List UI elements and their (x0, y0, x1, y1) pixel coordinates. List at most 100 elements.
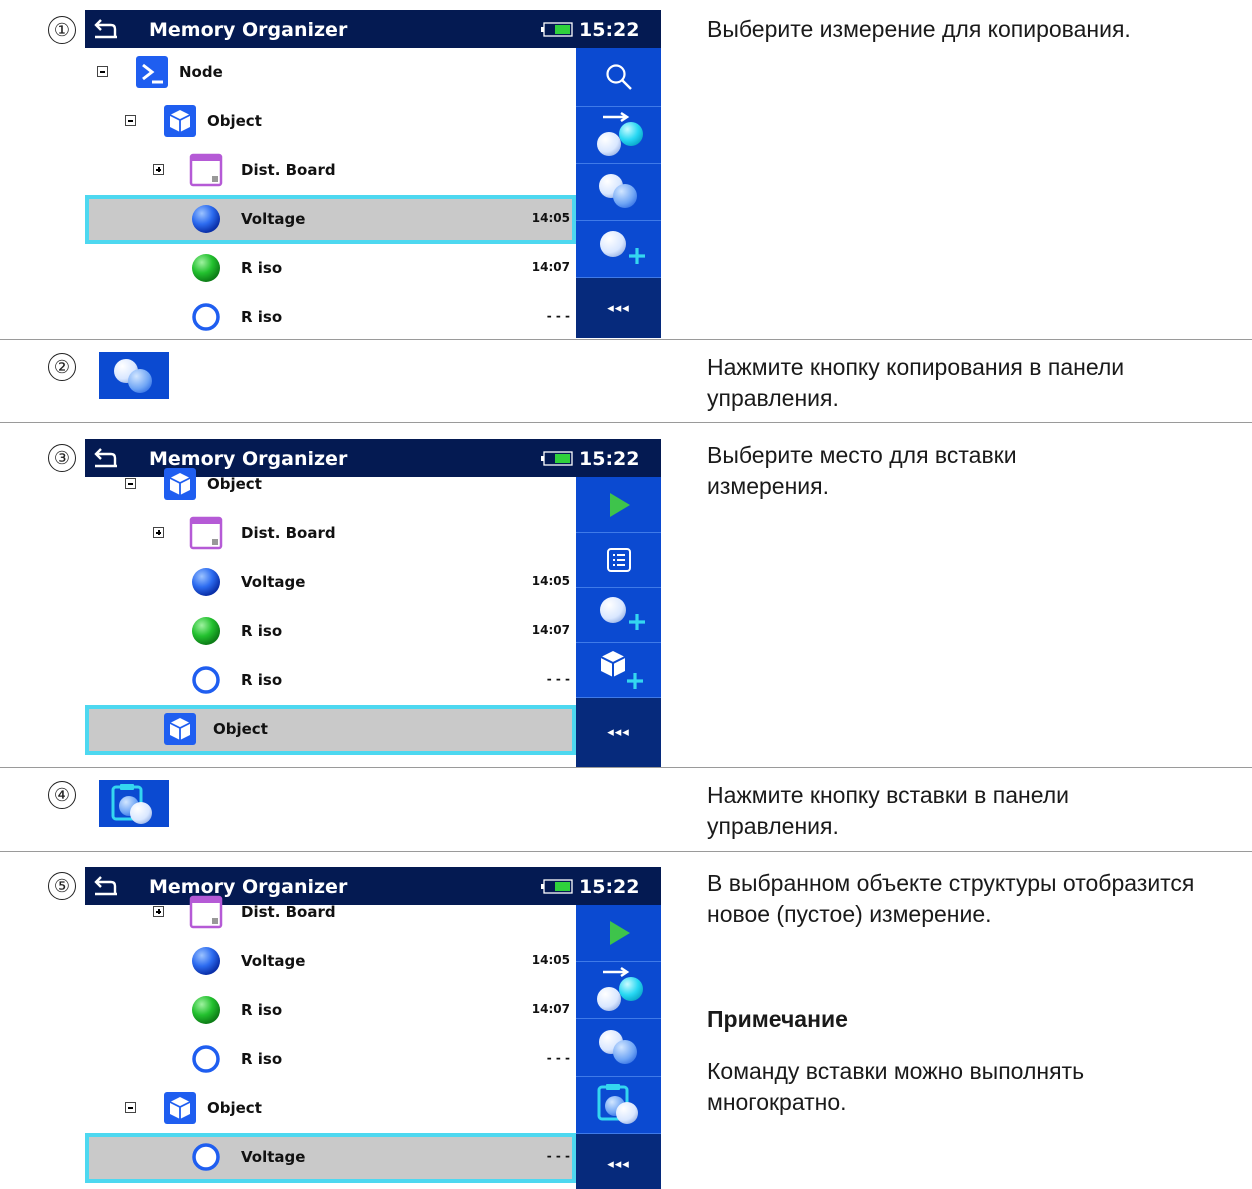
collapse-toggle[interactable] (97, 66, 108, 77)
paste-measurement-icon (597, 1084, 638, 1124)
more-options-button[interactable]: ◂◂◂ (576, 697, 661, 767)
tree-row-voltage[interactable]: Voltage 14:05 (85, 558, 576, 607)
measurement-pass-icon (189, 614, 223, 648)
tree-row-riso[interactable]: R iso 14:07 (85, 607, 576, 656)
battery-icon (541, 22, 573, 37)
collapse-toggle[interactable] (125, 115, 136, 126)
add-measurement-button[interactable] (576, 587, 661, 642)
tree-row-time: 14:05 (531, 574, 570, 588)
step-number-5: ⑤ (48, 872, 76, 900)
tree-row-time: - - - (546, 672, 570, 686)
tree-row-label: Voltage (241, 952, 306, 970)
object-cube-icon (163, 1091, 197, 1125)
tree-view: Dist. Board Voltage 14:05 R iso 14:07 R … (85, 895, 576, 1189)
tree-view: Object Dist. Board Voltage 14:05 R iso 1… (85, 468, 576, 767)
tree-row-object[interactable]: Object (85, 460, 576, 509)
note-title: Примечание (707, 1006, 848, 1032)
more-options-button[interactable]: ◂◂◂ (576, 1133, 661, 1189)
move-measurement-icon (596, 111, 643, 156)
step-number-4: ④ (48, 781, 76, 809)
collapse-toggle[interactable] (125, 478, 136, 489)
step-number-3: ③ (48, 444, 76, 472)
copy-measurement-icon (598, 174, 637, 208)
tree-row-node[interactable]: Node (85, 48, 576, 97)
device-screen-step-5: Memory Organizer 15:22 Dist. Board Volta… (85, 867, 661, 1189)
back-arrow-icon[interactable] (93, 16, 119, 40)
step-2-description: Нажмите кнопку копирования в панели упра… (707, 354, 1125, 411)
add-measurement-button[interactable] (576, 220, 661, 277)
tree-row-label: R iso (241, 1050, 283, 1068)
move-button[interactable] (576, 961, 661, 1018)
add-measurement-icon (599, 231, 645, 264)
tree-row-time: - - - (546, 1051, 570, 1065)
measurement-pass-icon (189, 251, 223, 285)
tree-row-object[interactable]: Object (85, 1084, 576, 1133)
note-text: Команду вставки можно выполнять многокра… (707, 1058, 1085, 1115)
start-test-button[interactable] (576, 477, 661, 532)
start-test-button[interactable] (576, 905, 661, 961)
tree-row-label: Dist. Board (241, 903, 336, 921)
tree-row-time: - - - (546, 1149, 570, 1163)
tree-row-label: Voltage (241, 1148, 306, 1166)
distribution-board-icon (189, 153, 223, 187)
tree-row-voltage-new-selected[interactable]: Voltage - - - (85, 1133, 576, 1183)
paste-button-illustration (99, 780, 169, 827)
tree-row-label: Object (207, 475, 262, 493)
clock: 15:22 (579, 876, 640, 898)
tree-row-label: Node (179, 63, 223, 81)
expand-toggle[interactable] (153, 164, 164, 175)
tree-row-riso[interactable]: R iso 14:07 (85, 244, 576, 293)
tree-row-time: 14:05 (531, 211, 570, 225)
screen-title: Memory Organizer (149, 19, 348, 41)
add-measurement-icon (599, 597, 645, 630)
device-screen-step-1: Memory Organizer 15:22 Node Object Dist.… (85, 10, 661, 338)
tree-row-voltage-selected[interactable]: Voltage 14:05 (85, 195, 576, 244)
more-options-button[interactable]: ◂◂◂ (576, 277, 661, 338)
tree-row-riso-empty[interactable]: R iso - - - (85, 293, 576, 338)
tree-row-object-selected[interactable]: Object (85, 705, 576, 755)
move-measurement-icon (596, 966, 643, 1011)
tree-row-label: R iso (241, 308, 283, 326)
title-bar: Memory Organizer 15:22 (85, 10, 661, 48)
collapse-toggle[interactable] (125, 1102, 136, 1113)
tree-row-voltage[interactable]: Voltage 14:05 (85, 937, 576, 986)
paste-button[interactable] (576, 1076, 661, 1133)
tree-row-dist-board[interactable]: Dist. Board (85, 888, 576, 937)
tree-row-dist-board[interactable]: Dist. Board (85, 146, 576, 195)
copy-measurement-icon (114, 358, 152, 393)
expand-toggle[interactable] (153, 906, 164, 917)
tree-row-riso-empty[interactable]: R iso - - - (85, 1035, 576, 1084)
expand-toggle[interactable] (153, 527, 164, 538)
tree-row-label: Object (207, 1099, 262, 1117)
measurement-empty-icon (189, 1042, 223, 1076)
step-1-description: Выберите измерение для копирования. (707, 16, 1131, 42)
view-details-button[interactable] (576, 532, 661, 587)
tree-row-riso[interactable]: R iso 14:07 (85, 986, 576, 1035)
control-panel: ◂◂◂ (576, 905, 661, 1189)
search-button[interactable] (576, 48, 661, 106)
tree-row-riso-empty[interactable]: R iso - - - (85, 656, 576, 705)
separator (0, 851, 1252, 852)
add-object-button[interactable] (576, 642, 661, 697)
copy-button[interactable] (576, 163, 661, 220)
tree-view: Node Object Dist. Board Voltage 14:05 R … (85, 48, 576, 338)
copy-button[interactable] (576, 1018, 661, 1076)
separator (0, 767, 1252, 768)
object-cube-icon (163, 467, 197, 501)
tree-row-label: R iso (241, 671, 283, 689)
tree-row-label: Dist. Board (241, 161, 336, 179)
tree-row-label: Dist. Board (241, 524, 336, 542)
step-number-1: ① (48, 16, 76, 44)
tree-row-time: 14:05 (531, 953, 570, 967)
search-icon (605, 64, 632, 90)
tree-row-label: R iso (241, 622, 283, 640)
control-panel: ◂◂◂ (576, 477, 661, 767)
clock: 15:22 (579, 19, 640, 41)
move-button[interactable] (576, 106, 661, 163)
tree-row-label: Object (213, 720, 268, 738)
more-label: ◂◂◂ (607, 1157, 630, 1172)
tree-row-dist-board[interactable]: Dist. Board (85, 509, 576, 558)
distribution-board-icon (189, 895, 223, 929)
tree-row-object[interactable]: Object (85, 97, 576, 146)
play-icon (609, 921, 630, 945)
